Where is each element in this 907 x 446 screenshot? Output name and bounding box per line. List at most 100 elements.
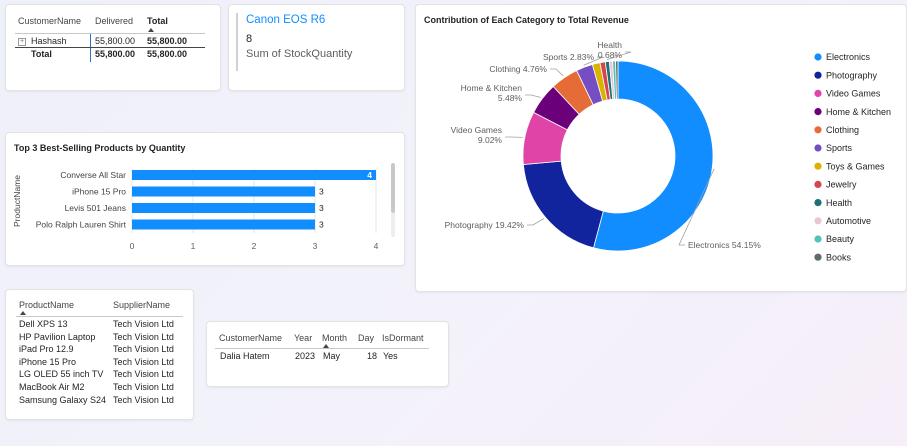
card-label: Sum of StockQuantity (246, 48, 353, 60)
table-header-productname[interactable]: ProductName (19, 300, 74, 310)
bar-chart-category-label: Converse All Star (60, 170, 126, 180)
donut-data-label: Video Games 9.02% (451, 125, 503, 145)
bar-chart-visual: Top 3 Best-Selling Products by Quantity … (6, 133, 404, 265)
legend-marker (814, 126, 822, 134)
customer-table-visual: CustomerName Year Month Day IsDormant Da… (207, 322, 448, 386)
donut-leader-line (527, 218, 545, 226)
table-cell-suppliername: Tech Vision Ltd (113, 344, 174, 355)
expand-row-icon[interactable]: + (18, 38, 26, 46)
bar-chart-category-label: Levis 501 Jeans (65, 203, 126, 213)
legend-marker (814, 217, 822, 225)
bar-chart-x-tick: 1 (191, 241, 196, 251)
legend-marker (814, 71, 822, 79)
table-cell-suppliername: Tech Vision Ltd (113, 394, 174, 405)
table-cell-month: May (323, 351, 341, 361)
table-header-divider (215, 348, 429, 349)
matrix-total-label: Total (31, 49, 52, 59)
bar-chart-axis-title: ProductName (12, 175, 22, 227)
matrix-total-divider (15, 47, 205, 48)
bar-chart-category-label: Polo Ralph Lauren Shirt (36, 220, 127, 230)
legend-item[interactable]: Photography (826, 70, 878, 80)
legend-item[interactable]: Automotive (826, 216, 871, 226)
kpi-card: Canon EOS R6 8 Sum of StockQuantity (229, 5, 404, 90)
legend-item[interactable]: Clothing (826, 125, 859, 135)
table-header-customername[interactable]: CustomerName (219, 333, 282, 343)
matrix-header-delivered[interactable]: Delivered (95, 16, 133, 26)
table-header-suppliername[interactable]: SupplierName (113, 300, 170, 310)
bar-chart-x-tick: 0 (130, 241, 135, 251)
legend-item[interactable]: Jewelry (826, 180, 857, 190)
table-cell-productname: LG OLED 55 inch TV (19, 369, 104, 380)
matrix-total-total: 55,800.00 (147, 49, 188, 59)
legend-marker (814, 108, 822, 116)
table-header-isdormant[interactable]: IsDormant (382, 333, 424, 343)
matrix-visual: CustomerName Delivered Total + Hashash 5… (6, 5, 220, 90)
matrix-total-delivered: 55,800.00 (95, 49, 136, 59)
matrix-header-customername[interactable]: CustomerName (18, 16, 81, 26)
matrix-header-divider (15, 33, 205, 34)
table-cell-productname: Dell XPS 13 (19, 319, 68, 329)
matrix-column-divider (90, 34, 91, 62)
legend-marker (814, 235, 822, 243)
bar-chart-bar[interactable] (132, 219, 315, 230)
donut-data-label: Health 0.68% (597, 40, 622, 60)
legend-item[interactable]: Books (826, 252, 852, 262)
legend-item[interactable]: Toys & Games (826, 161, 885, 171)
legend-marker (814, 180, 822, 188)
donut-data-label: Clothing 4.76% (489, 64, 547, 74)
table-cell-productname: HP Pavilion Laptop (19, 331, 96, 342)
bar-chart-x-tick: 4 (374, 241, 379, 251)
table-cell-suppliername: Tech Vision Ltd (113, 369, 174, 380)
card-value: 8 (246, 33, 253, 45)
table-header-month[interactable]: Month (322, 333, 347, 343)
legend-item[interactable]: Home & Kitchen (826, 107, 891, 117)
table-cell-suppliername: Tech Vision Ltd (113, 356, 174, 367)
bar-chart-bar[interactable] (132, 203, 315, 213)
legend-item[interactable]: Beauty (826, 234, 855, 244)
bar-chart-data-label: 3 (319, 203, 324, 213)
legend-item[interactable]: Electronics (826, 52, 871, 62)
matrix-row-label: Hashash (31, 36, 67, 46)
bar-chart-x-tick: 3 (313, 241, 318, 251)
table-cell-suppliername: Tech Vision Ltd (113, 331, 174, 342)
legend-item[interactable]: Sports (826, 143, 853, 153)
bar-chart-bar[interactable] (132, 186, 315, 197)
bar-chart-scrollbar[interactable] (391, 163, 395, 213)
bar-chart-svg: ProductName 0 1 2 3 4 Converse All Star 4 iPho… (12, 169, 379, 251)
table-cell-suppliername: Tech Vision Ltd (113, 382, 174, 392)
table-cell-productname: iPhone 15 Pro (19, 356, 77, 367)
table-cell-suppliername: Tech Vision Ltd (113, 319, 174, 329)
donut-leader-line (550, 68, 564, 77)
table-header-year[interactable]: Year (294, 333, 312, 343)
bar-chart-bar[interactable] (132, 170, 376, 180)
table-cell-productname: MacBook Air M2 (19, 382, 85, 392)
table-cell-productname: iPad Pro 12.9 (19, 344, 74, 355)
legend-marker (814, 253, 822, 261)
table-header-divider (16, 316, 183, 317)
bar-chart-category-label: iPhone 15 Pro (72, 187, 126, 197)
legend-item[interactable]: Video Games (826, 89, 881, 99)
matrix-cell-delivered: 55,800.00 (95, 36, 136, 46)
bar-chart-data-label: 3 (319, 187, 324, 197)
table-cell-productname: Samsung Galaxy S24 (19, 394, 107, 405)
legend-marker (814, 144, 822, 152)
matrix-header-total[interactable]: Total (147, 16, 168, 26)
table-cell-day: 18 (367, 351, 378, 361)
legend-marker (814, 199, 822, 207)
table-header-day[interactable]: Day (358, 333, 374, 343)
table-cell-customername: Dalia Hatem (220, 351, 270, 361)
legend-item[interactable]: Health (826, 198, 852, 208)
legend-marker (814, 162, 822, 170)
card-accent-bar (236, 13, 238, 71)
card-title: Canon EOS R6 (246, 14, 326, 26)
bar-chart-data-label: 4 (367, 170, 372, 180)
bar-chart-data-label: 3 (319, 220, 324, 230)
sort-ascending-icon (148, 28, 154, 32)
donut-chart-visual: Contribution of Each Category to Total R… (416, 5, 906, 291)
matrix-cell-total: 55,800.00 (147, 36, 188, 46)
table-cell-year: 2023 (295, 351, 316, 361)
donut-leader-line (525, 94, 541, 98)
sort-ascending-icon (20, 311, 26, 315)
supplier-table-visual: ProductName SupplierName Dell XPS 13 Tech… (6, 290, 193, 419)
donut-slice[interactable] (522, 160, 604, 249)
